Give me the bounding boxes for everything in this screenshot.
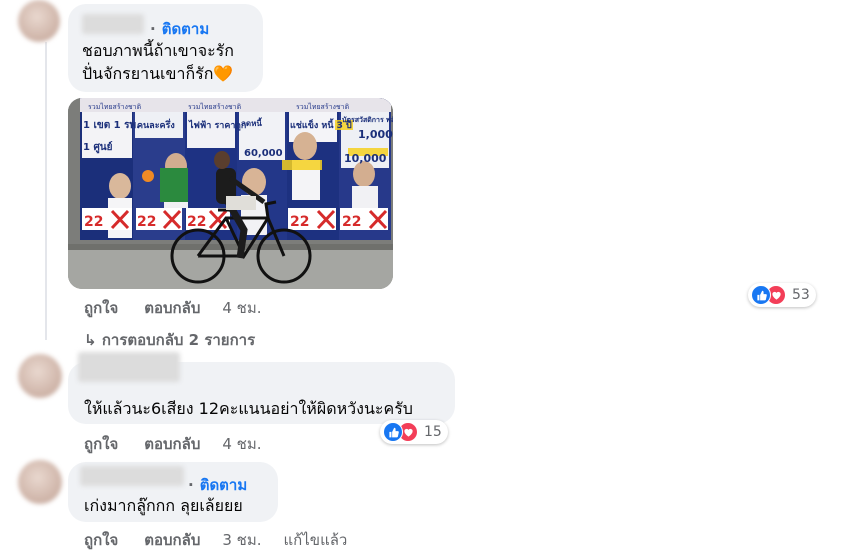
reaction-count: 15: [424, 424, 442, 440]
timestamp[interactable]: 4 ชม.: [222, 296, 261, 320]
commenter-name[interactable]: [80, 466, 184, 486]
reply-button[interactable]: ตอบกลับ: [144, 296, 200, 320]
follow-link[interactable]: · ติดตาม: [150, 17, 209, 41]
poster-number: 22: [342, 214, 361, 230]
poster-banner: รวมไทยสร้างชาติ: [188, 102, 242, 111]
commenter-name[interactable]: [78, 352, 180, 382]
view-replies-link[interactable]: ↳ การตอบกลับ 2 รายการ: [84, 328, 255, 352]
follow-label[interactable]: ติดตาม: [162, 20, 210, 38]
poster-text: 1 เขต 1 รพ.: [83, 120, 140, 131]
reply-arrow-icon: ↳: [84, 331, 97, 349]
comment-actions: ถูกใจ ตอบกลับ 3 ชม. แก้ไขแล้ว: [84, 528, 347, 552]
poster-text: ไฟฟ้า ราคาถูก: [188, 119, 246, 131]
timestamp[interactable]: 3 ชม.: [222, 528, 261, 552]
poster-text: ลดหนี้: [241, 117, 263, 128]
poster-text: 10,000: [344, 152, 387, 165]
thread-line: [45, 338, 67, 340]
poster-number: 22: [187, 214, 206, 230]
comment-text: ชอบภาพนี้ถ้าเขาจะรัก ปั่นจักรยานเขาก็รัก…: [82, 39, 234, 85]
like-button[interactable]: ถูกใจ: [84, 296, 118, 320]
reaction-summary[interactable]: 15: [380, 420, 448, 444]
avatar[interactable]: [18, 0, 60, 42]
timestamp[interactable]: 4 ชม.: [222, 432, 261, 456]
poster-banner: รวมไทยสร้างชาติ: [296, 102, 350, 111]
comment-text: ให้แล้วนะ6เสียง 12คะแนนอย่าให้ผิดหวังนะค…: [84, 399, 413, 418]
comment-actions: ถูกใจ ตอบกลับ 4 ชม.: [84, 432, 262, 456]
reaction-count: 53: [792, 287, 810, 303]
election-posters-photo: รวมไทยสร้างชาติ รวมไทยสร้างชาติ รวมไทยสร…: [68, 98, 393, 289]
comment-text: เก่งมากลู๊กกก ลุยเล้ยยย: [84, 496, 243, 515]
separator-dot: ·: [150, 20, 156, 38]
poster-number: 22: [137, 214, 156, 230]
follow-label[interactable]: ติดตาม: [200, 476, 248, 494]
edited-label[interactable]: แก้ไขแล้ว: [284, 528, 348, 552]
like-reaction-icon: [751, 285, 771, 305]
view-replies-label[interactable]: การตอบกลับ 2 รายการ: [102, 331, 255, 349]
poster-text: 60,000: [244, 148, 283, 159]
comment-section: · ติดตาม ชอบภาพนี้ถ้าเขาจะรัก ปั่นจักรยาน…: [0, 0, 868, 554]
like-button[interactable]: ถูกใจ: [84, 528, 118, 552]
like-button[interactable]: ถูกใจ: [84, 432, 118, 456]
poster-text: 1,000: [358, 128, 393, 141]
comment-actions: ถูกใจ ตอบกลับ 4 ชม.: [84, 296, 262, 320]
commenter-name[interactable]: [82, 14, 144, 34]
reply-button[interactable]: ตอบกลับ: [144, 528, 200, 552]
poster-text: บัตรสวัสดิการ พลัส: [342, 116, 393, 124]
comment-photo[interactable]: รวมไทยสร้างชาติ รวมไทยสร้างชาติ รวมไทยสร…: [68, 98, 393, 289]
avatar[interactable]: [18, 354, 62, 398]
poster-number: 22: [84, 214, 103, 230]
like-reaction-icon: [383, 422, 403, 442]
reaction-summary[interactable]: 53: [748, 283, 816, 307]
reply-button[interactable]: ตอบกลับ: [144, 432, 200, 456]
poster-number: 22: [290, 214, 309, 230]
poster-banner: รวมไทยสร้างชาติ: [88, 102, 142, 111]
comment-text-line: ชอบภาพนี้ถ้าเขาจะรัก: [82, 41, 234, 60]
poster-text: 1 ศูนย์: [83, 141, 113, 154]
separator-dot: ·: [188, 476, 194, 494]
comment-text-line: ปั่นจักรยานเขาก็รัก🧡: [82, 64, 234, 83]
avatar[interactable]: [18, 460, 62, 504]
thread-line: [45, 42, 47, 340]
